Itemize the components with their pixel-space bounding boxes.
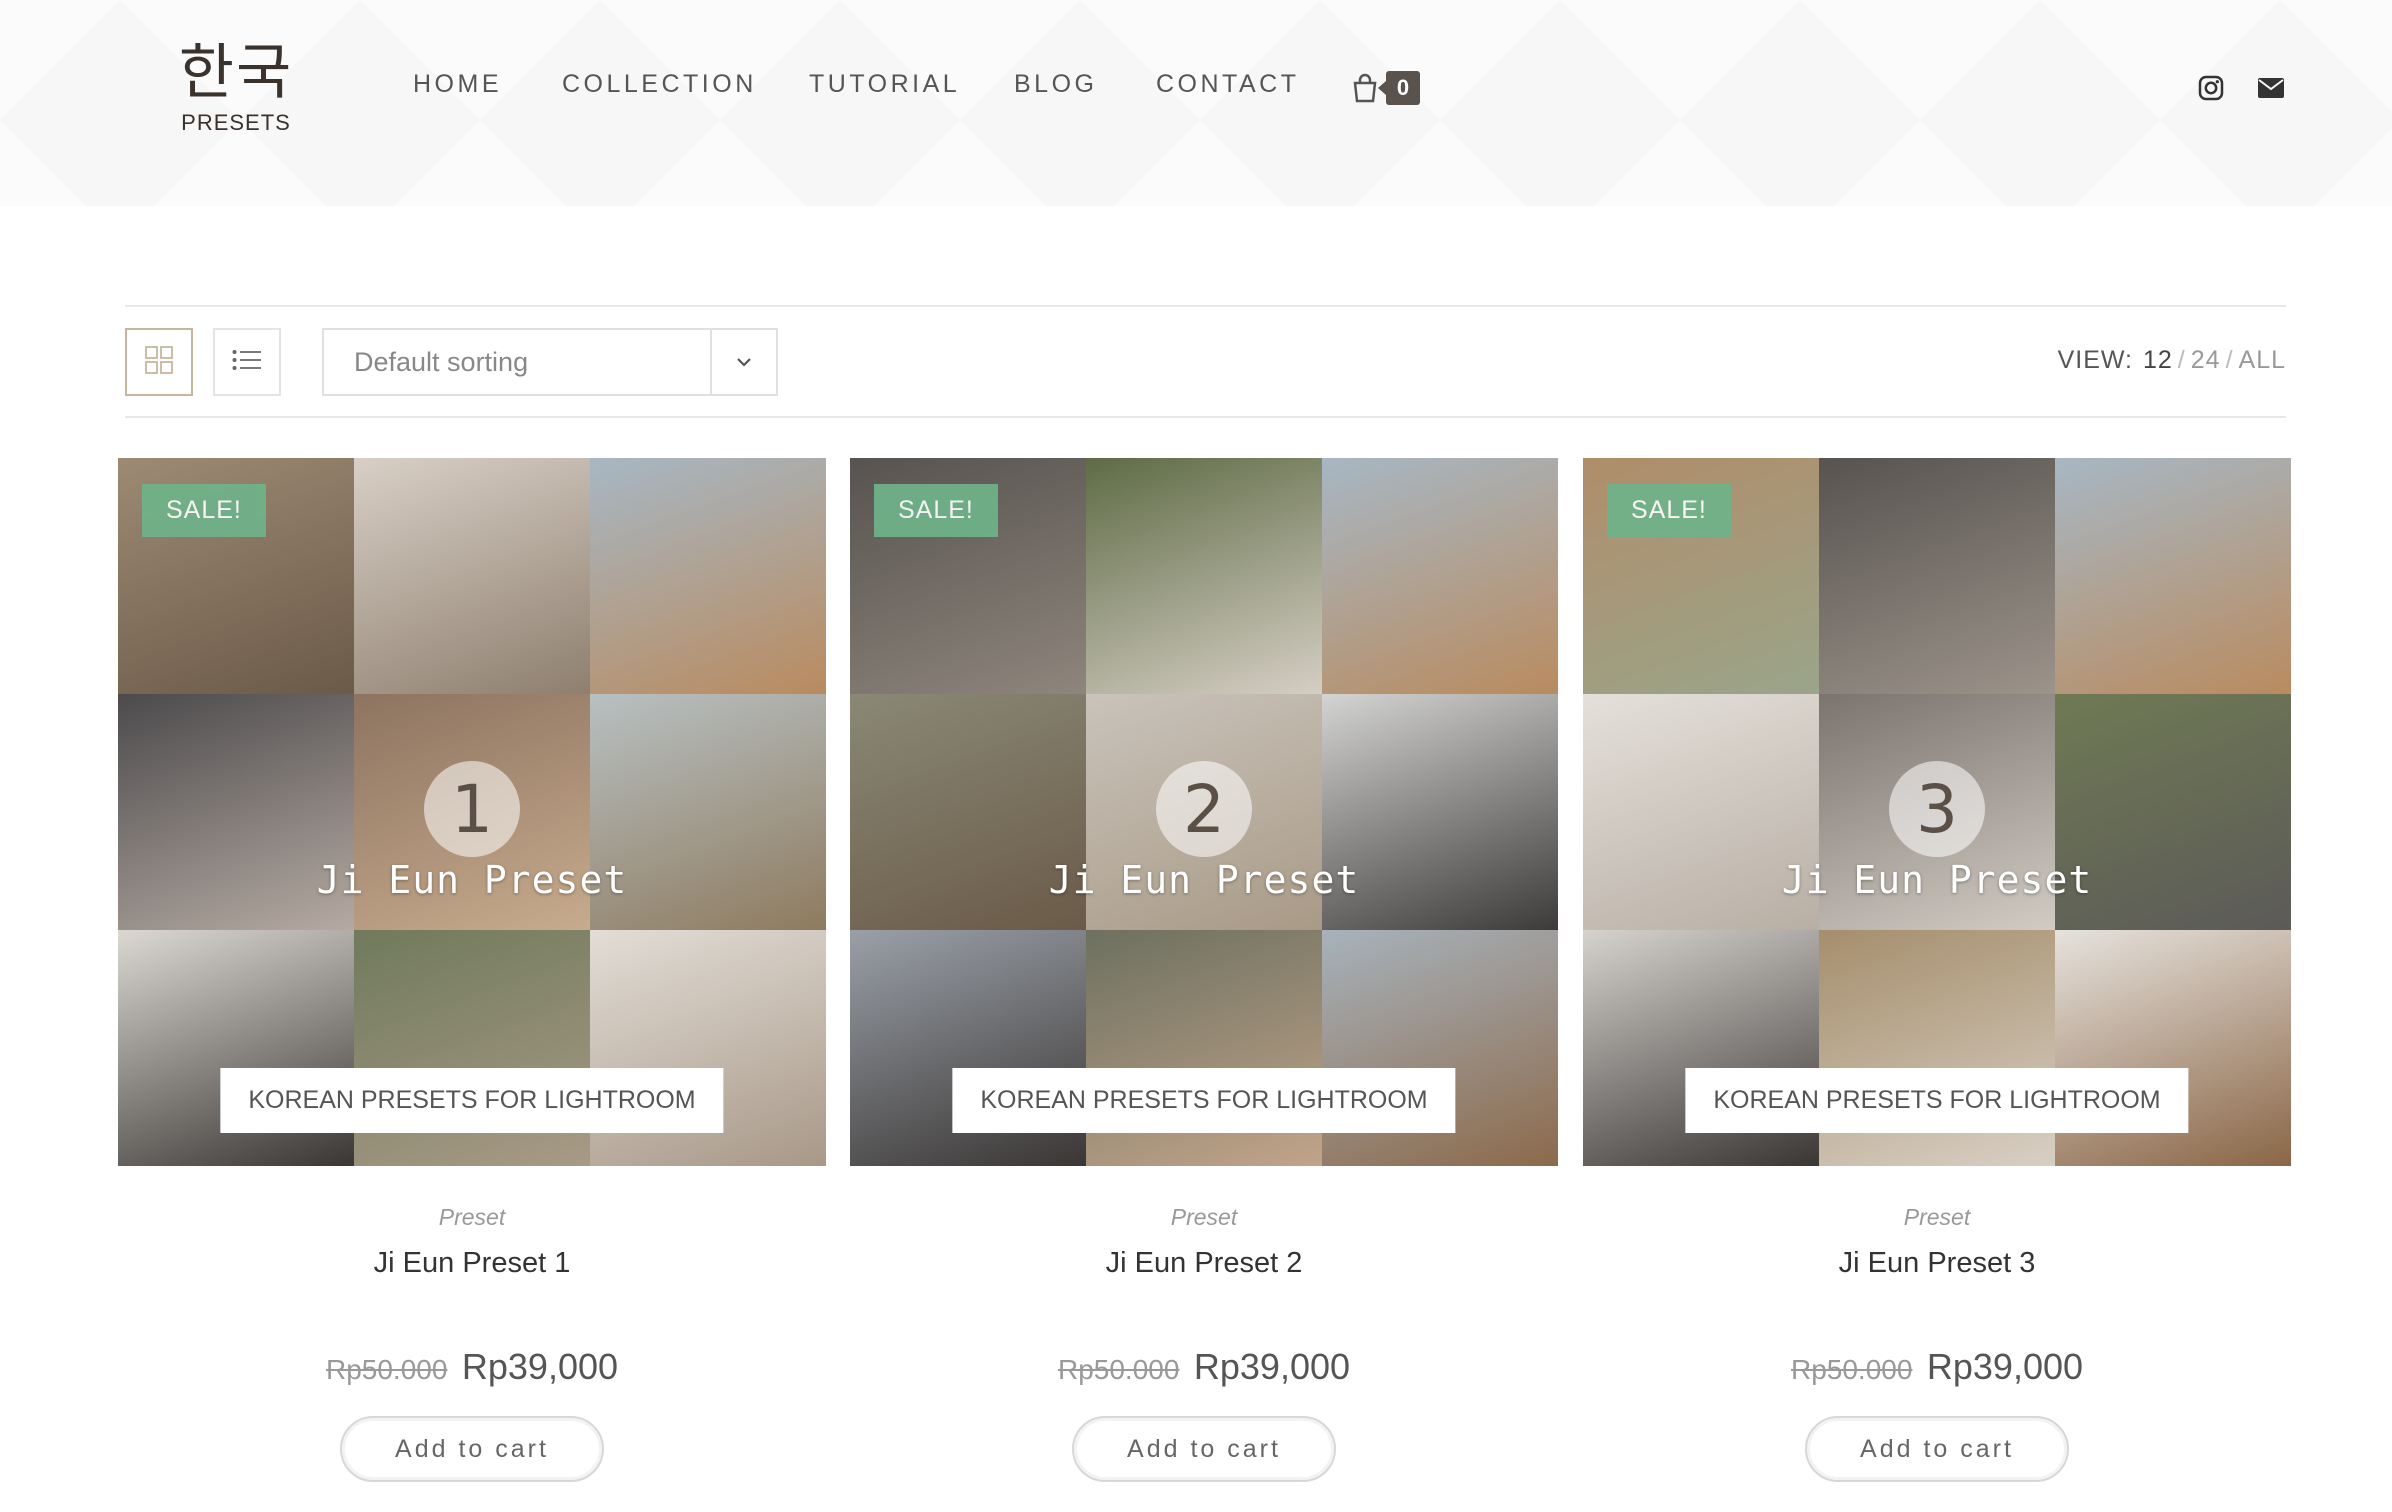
product-category[interactable]: Preset — [118, 1204, 826, 1231]
view-option-24[interactable]: 24 — [2191, 346, 2221, 374]
per-page-selector: VIEW: 12/24/ALL — [2058, 346, 2286, 375]
sort-selected-value: Default sorting — [354, 346, 529, 377]
view-option-12[interactable]: 12 — [2143, 346, 2173, 374]
product-title[interactable]: Ji Eun Preset 2 — [850, 1247, 1558, 1280]
product-price: Rp50.000 Rp39,000 — [118, 1346, 826, 1388]
nav-blog[interactable]: BLOG — [1014, 70, 1097, 99]
logo-korean-text: 한국 — [178, 38, 294, 108]
sale-price: Rp39,000 — [461, 1346, 619, 1387]
sort-dropdown[interactable]: Default sorting — [322, 328, 778, 396]
product-category[interactable]: Preset — [1583, 1204, 2291, 1231]
view-separator: / — [2225, 346, 2234, 374]
grid-icon — [144, 345, 174, 380]
site-header: 한국 PRESETS HOME COLLECTION TUTORIAL BLOG… — [0, 0, 2392, 206]
product-title[interactable]: Ji Eun Preset 3 — [1583, 1247, 2291, 1280]
site-logo[interactable]: 한국 PRESETS — [176, 38, 296, 136]
add-to-cart-button[interactable]: Add to cart — [1072, 1416, 1336, 1482]
preset-overlay-title: Ji Eun Preset — [1781, 858, 2093, 902]
product-price: Rp50.000 Rp39,000 — [1583, 1346, 2291, 1388]
product-image[interactable]: SALE! 3 Ji Eun Preset KOREAN PRESETS FOR… — [1583, 458, 2291, 1166]
product-card: SALE! 2 Ji Eun Preset KOREAN PRESETS FOR… — [850, 458, 1558, 1482]
chevron-down-icon — [710, 330, 776, 394]
product-card: SALE! 3 Ji Eun Preset KOREAN PRESETS FOR… — [1583, 458, 2291, 1482]
preset-overlay-title: Ji Eun Preset — [316, 858, 628, 902]
sale-badge: SALE! — [874, 484, 998, 537]
preset-overlay-banner: KOREAN PRESETS FOR LIGHTROOM — [220, 1068, 724, 1133]
sale-price: Rp39,000 — [1193, 1346, 1351, 1387]
product-image[interactable]: SALE! 2 Ji Eun Preset KOREAN PRESETS FOR… — [850, 458, 1558, 1166]
product-card: SALE! 1 Ji Eun Preset KOREAN PRESETS FOR… — [118, 458, 826, 1482]
sale-price: Rp39,000 — [1926, 1346, 2084, 1387]
add-to-cart-button[interactable]: Add to cart — [340, 1416, 604, 1482]
product-price: Rp50.000 Rp39,000 — [850, 1346, 1558, 1388]
grid-view-button[interactable] — [125, 328, 193, 396]
view-separator: / — [2177, 346, 2186, 374]
add-to-cart-button[interactable]: Add to cart — [1805, 1416, 2069, 1482]
nav-collection[interactable]: COLLECTION — [562, 70, 757, 99]
nav-home[interactable]: HOME — [413, 70, 502, 99]
cart-count-badge: 0 — [1378, 71, 1420, 105]
nav-tutorial[interactable]: TUTORIAL — [809, 70, 960, 99]
envelope-icon[interactable] — [2256, 70, 2286, 106]
instagram-icon[interactable] — [2196, 70, 2226, 106]
list-view-button[interactable] — [213, 328, 281, 396]
product-category[interactable]: Preset — [850, 1204, 1558, 1231]
view-option-all[interactable]: ALL — [2239, 346, 2286, 374]
preset-overlay-banner: KOREAN PRESETS FOR LIGHTROOM — [1685, 1068, 2189, 1133]
cart-link[interactable]: 0 — [1352, 70, 1420, 106]
preset-overlay-banner: KOREAN PRESETS FOR LIGHTROOM — [952, 1068, 1456, 1133]
original-price: Rp50.000 — [325, 1354, 448, 1385]
sale-badge: SALE! — [142, 484, 266, 537]
product-image[interactable]: SALE! 1 Ji Eun Preset KOREAN PRESETS FOR… — [118, 458, 826, 1166]
preset-number: 2 — [1156, 761, 1252, 857]
shopping-bag-icon — [1352, 73, 1378, 103]
preset-overlay-title: Ji Eun Preset — [1048, 858, 1360, 902]
preset-number: 1 — [424, 761, 520, 857]
list-icon — [232, 349, 262, 376]
preset-number: 3 — [1889, 761, 1985, 857]
sale-badge: SALE! — [1607, 484, 1731, 537]
toolbar-top-divider — [125, 305, 2286, 307]
product-title[interactable]: Ji Eun Preset 1 — [118, 1247, 826, 1280]
toolbar-bottom-divider — [125, 416, 2286, 418]
view-label: VIEW: — [2057, 346, 2133, 374]
original-price: Rp50.000 — [1057, 1354, 1180, 1385]
original-price: Rp50.000 — [1790, 1354, 1913, 1385]
logo-subtitle: PRESETS — [181, 110, 291, 135]
nav-contact[interactable]: CONTACT — [1156, 70, 1299, 99]
